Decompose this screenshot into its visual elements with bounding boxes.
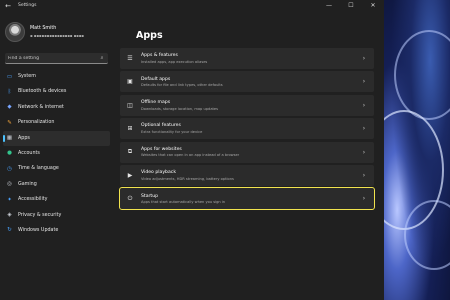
sidebar-item-label: Gaming — [18, 181, 37, 187]
card-title: Apps for websites — [141, 146, 182, 152]
card-description: Defaults for file and link types, other … — [141, 83, 223, 88]
card-description: Apps that start automatically when you s… — [141, 200, 226, 205]
page-title: Apps — [136, 30, 163, 41]
sidebar-item-label: Network & internet — [18, 104, 64, 110]
profile-name: Matt Smith — [30, 26, 57, 31]
chevron-right-icon: › — [362, 148, 366, 156]
card-description: Downloads, storage location, map updates — [141, 106, 219, 111]
sidebar-item-privacy-security[interactable]: ◈ Privacy & security — [3, 208, 110, 223]
sidebar-item-label: Accounts — [18, 150, 40, 156]
chevron-right-icon: › — [362, 78, 366, 86]
sidebar-item-accessibility[interactable]: ✦ Accessibility — [3, 192, 110, 207]
settings-card-optional-features[interactable]: ⊞ Optional features Extra functionality fo… — [120, 118, 374, 140]
sidebar-item-system[interactable]: ▭ System — [3, 69, 110, 84]
wallpaper-swirl — [394, 30, 450, 120]
sidebar-item-windows-update[interactable]: ↻ Windows Update — [3, 223, 110, 238]
search-input[interactable] — [8, 55, 99, 61]
brush-icon: ✎ — [7, 119, 12, 126]
sidebar-item-personalization[interactable]: ✎ Personalization — [3, 115, 110, 130]
globe-clock-icon: ◷ — [7, 165, 12, 172]
settings-card-apps-for-websites[interactable]: ⧉ Apps for websites Websites that can open… — [120, 141, 374, 163]
back-arrow-icon[interactable]: ← — [3, 1, 13, 11]
default-apps-icon: ▣ — [127, 78, 133, 86]
sidebar-nav: ▭ System ᛒ Bluetooth & devices ◆ Network & in… — [3, 69, 110, 238]
card-title: Default apps — [141, 76, 171, 82]
settings-card-offline-maps[interactable]: ◫ Offline maps Downloads, storage location… — [120, 94, 374, 116]
chevron-right-icon: › — [362, 171, 366, 179]
sidebar-item-label: Time & language — [18, 166, 59, 172]
wifi-icon: ◆ — [7, 104, 12, 111]
chevron-right-icon: › — [362, 101, 366, 109]
monitor-icon: ▭ — [6, 73, 13, 80]
list-icon: ☰ — [127, 55, 133, 62]
user-profile[interactable]: Matt Smith ▪ ▪▪▪▪▪▪▪▪▪▪▪▪▪▪▪ ▪▪▪▪ — [5, 22, 84, 42]
startup-icon: ⏻ — [127, 194, 133, 202]
caption-buttons: — ☐ ✕ — [318, 0, 384, 11]
update-icon: ↻ — [7, 227, 12, 234]
sidebar-item-label: Personalization — [18, 120, 55, 126]
map-icon: ◫ — [127, 101, 133, 109]
video-icon: ▶ — [127, 171, 133, 179]
settings-card-apps-features[interactable]: ☰ Apps & features Installed apps, app exec… — [120, 48, 374, 69]
card-title: Startup — [141, 193, 159, 199]
sidebar-item-time-language[interactable]: ◷ Time & language — [3, 161, 110, 176]
settings-card-video-playback[interactable]: ▶ Video playback Video adjustments, HDR st… — [120, 164, 374, 186]
chevron-right-icon: › — [362, 125, 366, 133]
sidebar-item-label: Apps — [18, 135, 30, 141]
sidebar-item-bluetooth-devices[interactable]: ᛒ Bluetooth & devices — [3, 84, 110, 99]
sidebar-item-label: System — [18, 74, 36, 79]
card-title: Optional features — [141, 123, 181, 129]
settings-card-startup[interactable]: ⏻ Startup Apps that start automatically wh… — [118, 186, 376, 211]
card-title: Video playback — [141, 170, 176, 176]
settings-card-default-apps[interactable]: ▣ Default apps Defaults for file and link … — [120, 71, 374, 93]
person-icon: ● — [7, 150, 12, 157]
chevron-right-icon: › — [362, 55, 366, 62]
sidebar: Matt Smith ▪ ▪▪▪▪▪▪▪▪▪▪▪▪▪▪▪ ▪▪▪▪ ⌕ ▭ Sys… — [0, 11, 115, 300]
card-title: Offline maps — [141, 100, 171, 106]
card-description: Extra functionality for your device — [141, 129, 203, 134]
sidebar-item-label: Privacy & security — [18, 212, 62, 218]
sidebar-item-label: Windows Update — [18, 227, 59, 233]
accessibility-icon: ✦ — [7, 196, 12, 203]
app-title: Settings — [18, 3, 37, 8]
sidebar-item-network-internet[interactable]: ◆ Network & internet — [3, 100, 110, 115]
search-icon[interactable]: ⌕ — [99, 55, 105, 61]
maximize-button[interactable]: ☐ — [340, 0, 362, 11]
optional-features-icon: ⊞ — [127, 125, 133, 133]
card-description: Installed apps, app execution aliases — [141, 59, 208, 64]
apps-icon: ▦ — [6, 135, 13, 142]
card-description: Websites that can open in an app instead… — [141, 153, 240, 158]
gamepad-icon: ◎ — [7, 181, 12, 188]
sidebar-item-gaming[interactable]: ◎ Gaming — [3, 177, 110, 192]
close-button[interactable]: ✕ — [362, 0, 384, 11]
avatar — [5, 22, 25, 42]
sidebar-item-accounts[interactable]: ● Accounts — [3, 146, 110, 161]
settings-window: ← Settings — ☐ ✕ Matt Smith ▪ ▪▪▪▪▪▪▪▪▪▪… — [0, 0, 384, 300]
desktop-wallpaper — [384, 0, 450, 300]
sidebar-item-apps[interactable]: ▦ Apps — [3, 130, 110, 146]
shield-icon: ◈ — [7, 212, 12, 219]
search-box[interactable]: ⌕ — [5, 53, 108, 64]
sidebar-item-label: Bluetooth & devices — [18, 89, 67, 95]
settings-card-list: ☰ Apps & features Installed apps, app exec… — [118, 48, 376, 212]
card-description: Video adjustments, HDR streaming, batter… — [141, 176, 234, 181]
web-app-icon: ⧉ — [127, 148, 133, 156]
card-title: Apps & features — [141, 53, 178, 59]
title-bar: ← Settings — ☐ ✕ — [0, 0, 384, 11]
minimize-button[interactable]: — — [318, 0, 340, 11]
chevron-right-icon: › — [362, 195, 366, 203]
sidebar-item-label: Accessibility — [18, 197, 48, 203]
profile-email: ▪ ▪▪▪▪▪▪▪▪▪▪▪▪▪▪▪ ▪▪▪▪ — [30, 33, 84, 38]
bluetooth-icon: ᛒ — [7, 88, 12, 95]
wallpaper-swirl — [404, 200, 450, 270]
